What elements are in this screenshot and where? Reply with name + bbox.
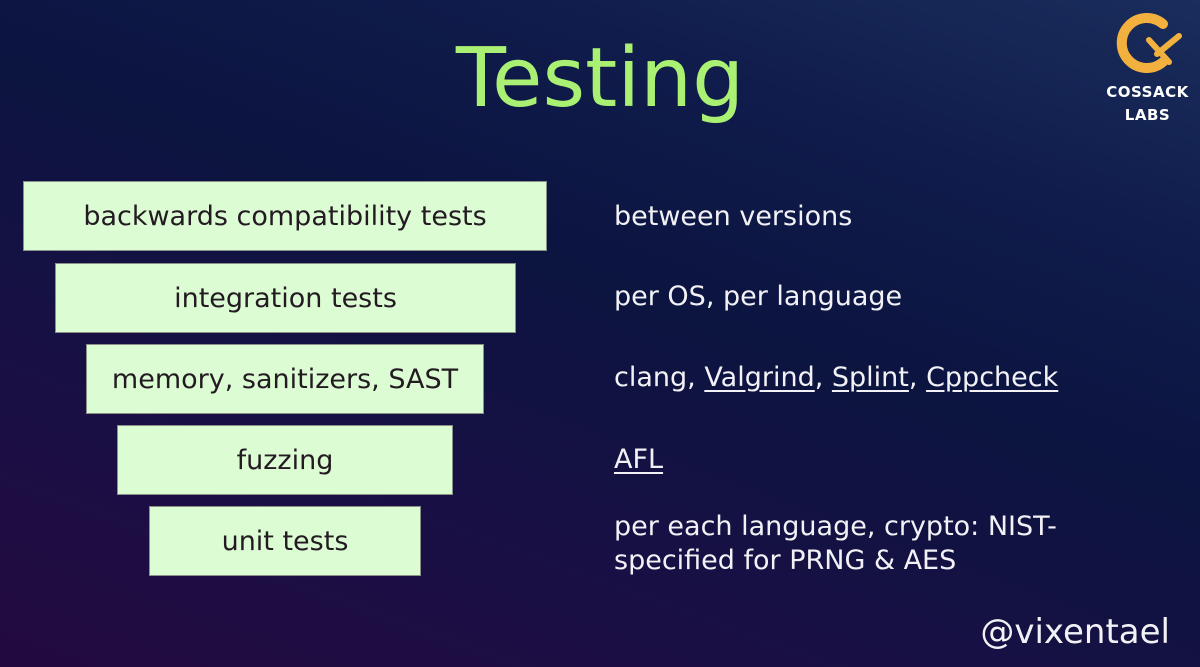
cossack-labs-cx-icon: [1116, 13, 1182, 73]
afl-link[interactable]: AFL: [614, 444, 663, 475]
desc-unit-line2: specified for PRNG & AES: [614, 545, 957, 576]
valgrind-link[interactable]: Valgrind: [704, 362, 814, 393]
logo-text-cossack: COSSACK: [1106, 83, 1189, 101]
desc-integration: per OS, per language: [614, 281, 903, 312]
desc-unit-line1: per each language, crypto: NIST-: [614, 511, 1057, 542]
pyramid-level-backwards-compat: backwards compatibility tests: [23, 181, 547, 251]
desc-prefix: clang,: [614, 362, 705, 393]
slide: Testing COSSACK LABS backwards compatibi…: [0, 0, 1200, 667]
pyramid-label: fuzzing: [236, 444, 334, 476]
desc-fuzzing: AFL: [614, 443, 663, 477]
pyramid-level-unit: unit tests: [149, 506, 421, 576]
pyramid-level-fuzzing: fuzzing: [117, 425, 453, 495]
cppcheck-link[interactable]: Cppcheck: [926, 362, 1058, 393]
slide-title: Testing: [455, 31, 745, 126]
pyramid-label: memory, sanitizers, SAST: [111, 363, 459, 395]
logo-text-labs: LABS: [1124, 106, 1171, 124]
desc-memory-sast: clang, Valgrind, Splint, Cppcheck: [614, 361, 1058, 395]
separator: ,: [908, 362, 927, 393]
pyramid-label: integration tests: [174, 282, 397, 314]
pyramid-label: backwards compatibility tests: [83, 200, 487, 232]
pyramid-label: unit tests: [221, 525, 349, 557]
desc-unit: per each language, crypto: NIST- specifi…: [614, 510, 1057, 578]
cossack-labs-logo: COSSACK LABS: [1100, 10, 1195, 130]
author-handle: @vixentael: [980, 612, 1170, 652]
splint-link[interactable]: Splint: [832, 362, 909, 393]
pyramid-level-integration: integration tests: [55, 263, 516, 333]
pyramid-level-memory-sast: memory, sanitizers, SAST: [86, 344, 484, 414]
desc-backwards-compat: between versions: [614, 201, 853, 232]
separator: ,: [814, 362, 832, 393]
